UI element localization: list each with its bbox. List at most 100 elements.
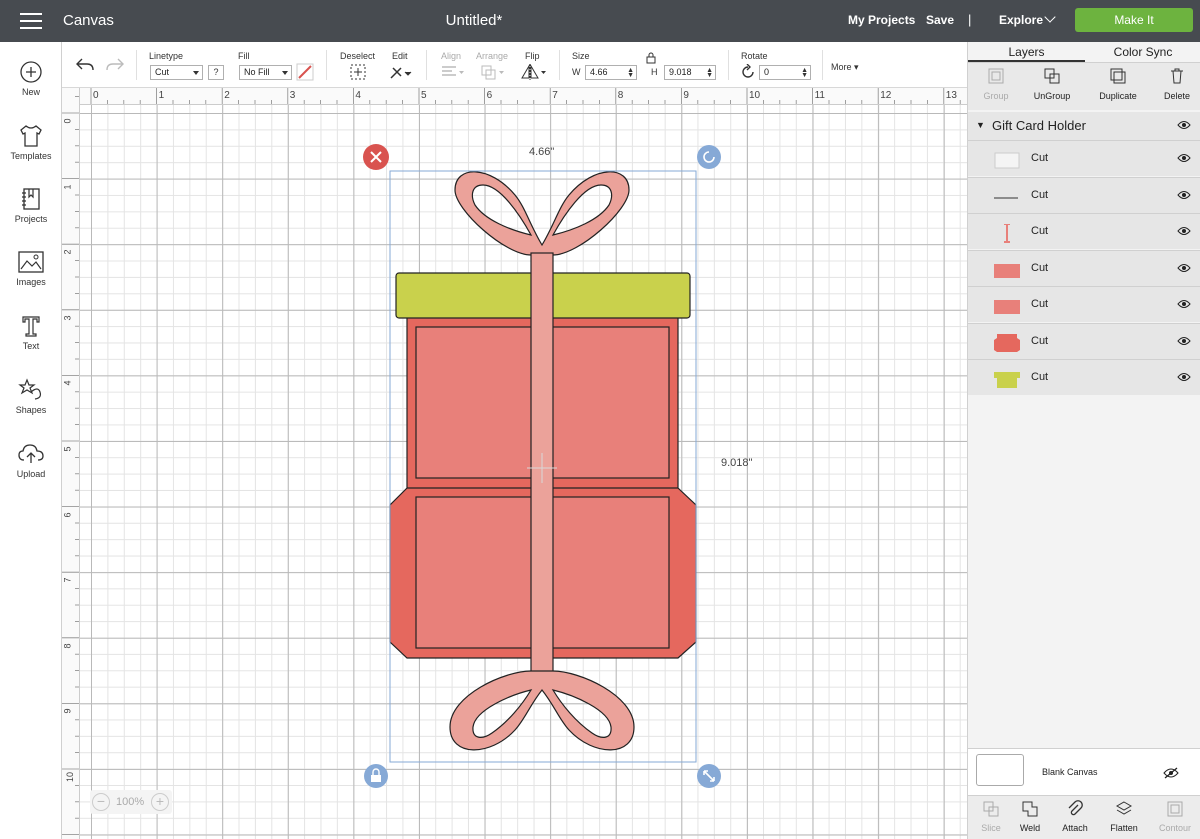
rotate-icon [742,64,754,78]
attach-button[interactable]: Attach [1052,800,1098,833]
width-input[interactable]: 4.66 ▲ ▼ [585,65,637,80]
weld-button[interactable]: Weld [1007,800,1053,833]
linetype-select[interactable]: Cut [150,65,203,80]
layer-row[interactable]: Cut [968,359,1200,395]
no-fill-swatch-icon[interactable] [296,63,314,81]
eye-icon[interactable] [1177,336,1191,346]
toolbar-divider [822,50,823,80]
layer-label: Cut [1031,225,1049,237]
rotate-input[interactable]: 0 ▲ ▼ [759,65,811,80]
layer-row[interactable]: Cut [968,249,1200,286]
layer-label: Cut [1031,152,1049,164]
design-artwork[interactable] [80,105,967,839]
tab-layers[interactable]: Layers [968,42,1085,62]
zoom-out-button[interactable]: − [92,793,110,811]
zoom-in-button[interactable]: + [151,793,169,811]
contour-button[interactable]: Contour [1152,800,1198,833]
align-icon[interactable] [440,64,466,80]
layer-row[interactable]: Cut [968,176,1200,213]
sidebar-item-upload[interactable]: Upload [0,442,62,479]
eye-icon[interactable] [1177,372,1191,382]
vertical-ruler: 0 1 2 3 4 5 6 7 8 9 10 [62,88,80,839]
lock-icon[interactable] [646,52,656,64]
resize-handle[interactable] [697,764,721,788]
stepper-icon[interactable]: ▲ ▼ [801,67,808,79]
blank-canvas-row[interactable]: Blank Canvas [968,749,1200,795]
fill-select[interactable]: No Fill [239,65,292,80]
trash-icon [1171,68,1183,84]
toolbar-divider [326,50,327,80]
duplicate-button[interactable]: Duplicate [1090,67,1146,101]
fill-value: No Fill [244,67,270,77]
delete-button[interactable]: Delete [1149,67,1200,101]
ruler-label: 0 [62,118,73,124]
tab-color-sync[interactable]: Color Sync [1085,42,1200,62]
flatten-button[interactable]: Flatten [1101,800,1147,833]
flip-icon[interactable] [520,63,548,81]
layer-row[interactable]: Cut [968,286,1200,322]
chevron-down-icon[interactable] [1044,11,1056,23]
ungroup-icon [1044,68,1060,84]
caret-down-icon[interactable]: ▼ [976,120,985,130]
horizontal-ruler: 0 1 2 3 4 5 6 7 8 9 10 11 12 13 [62,88,967,105]
deselect-icon[interactable] [349,63,367,81]
eye-icon[interactable] [1177,263,1191,273]
ruler-label: 3 [62,315,73,321]
eye-icon[interactable] [1177,153,1191,163]
linetype-help-button[interactable]: ? [208,65,224,80]
height-input[interactable]: 9.018 ▲ ▼ [664,65,716,80]
stepper-icon[interactable]: ▲ ▼ [706,67,713,79]
sidebar-item-images[interactable]: Images [0,250,62,287]
layer-label: Cut [1031,188,1049,201]
lock-handle[interactable] [364,764,388,788]
contour-icon [1167,801,1183,817]
height-label: H [651,67,658,77]
blank-canvas-label: Blank Canvas [1042,767,1098,777]
chevron-down-icon [193,71,199,75]
document-title[interactable]: Untitled* [0,12,948,29]
my-projects-link[interactable]: My Projects [848,13,915,27]
sidebar-item-projects[interactable]: Projects [0,187,62,224]
make-it-button[interactable]: Make It [1075,8,1193,32]
edit-tools-icon[interactable] [388,63,414,81]
eye-icon[interactable] [1177,299,1191,309]
save-button[interactable]: Save [926,13,954,27]
stepper-icon[interactable]: ▲ ▼ [627,67,634,79]
ruler-label: 9 [683,90,689,101]
sidebar-item-label: Upload [16,469,46,479]
ruler-label: 7 [62,577,73,583]
ungroup-button[interactable]: UnGroup [1024,67,1080,101]
more-menu[interactable]: More ▾ [831,62,859,73]
design-canvas[interactable]: 4.66" 9.018" − 100% + [80,105,967,839]
sidebar-item-label: Images [16,277,46,287]
arrange-icon[interactable] [480,64,506,80]
sidebar-item-templates[interactable]: Templates [0,124,62,161]
layer-row[interactable]: Cut [968,213,1200,249]
layer-thumbnail [1004,224,1010,243]
eye-hidden-icon[interactable] [1163,767,1179,779]
sidebar-item-new[interactable]: New [0,60,62,97]
redo-icon[interactable] [104,56,126,74]
flip-label: Flip [525,51,540,61]
delete-handle[interactable] [363,144,389,170]
rotate-handle[interactable] [697,145,721,169]
layer-group-row[interactable]: ▼ Gift Card Holder [968,112,1200,140]
group-icon [988,68,1004,84]
toolbar-divider [136,50,137,80]
undo-icon[interactable] [74,56,96,74]
sidebar-item-shapes[interactable]: Shapes [0,378,62,415]
layer-row[interactable]: Cut [968,140,1200,176]
toolbar-divider [728,50,729,80]
weld-icon [1022,801,1038,817]
eye-icon[interactable] [1177,190,1191,200]
eye-icon[interactable] [1177,226,1191,236]
explore-menu[interactable]: Explore [999,13,1043,27]
ruler-label: 3 [289,90,296,101]
width-readout: 4.66" [529,146,555,158]
layer-row[interactable]: Cut [968,322,1200,359]
eye-icon[interactable] [1177,120,1191,130]
contour-label: Contour [1158,823,1192,833]
duplicate-icon [1110,68,1126,84]
sidebar-item-text[interactable]: Text [0,314,62,351]
group-button[interactable]: Group [968,67,1024,101]
